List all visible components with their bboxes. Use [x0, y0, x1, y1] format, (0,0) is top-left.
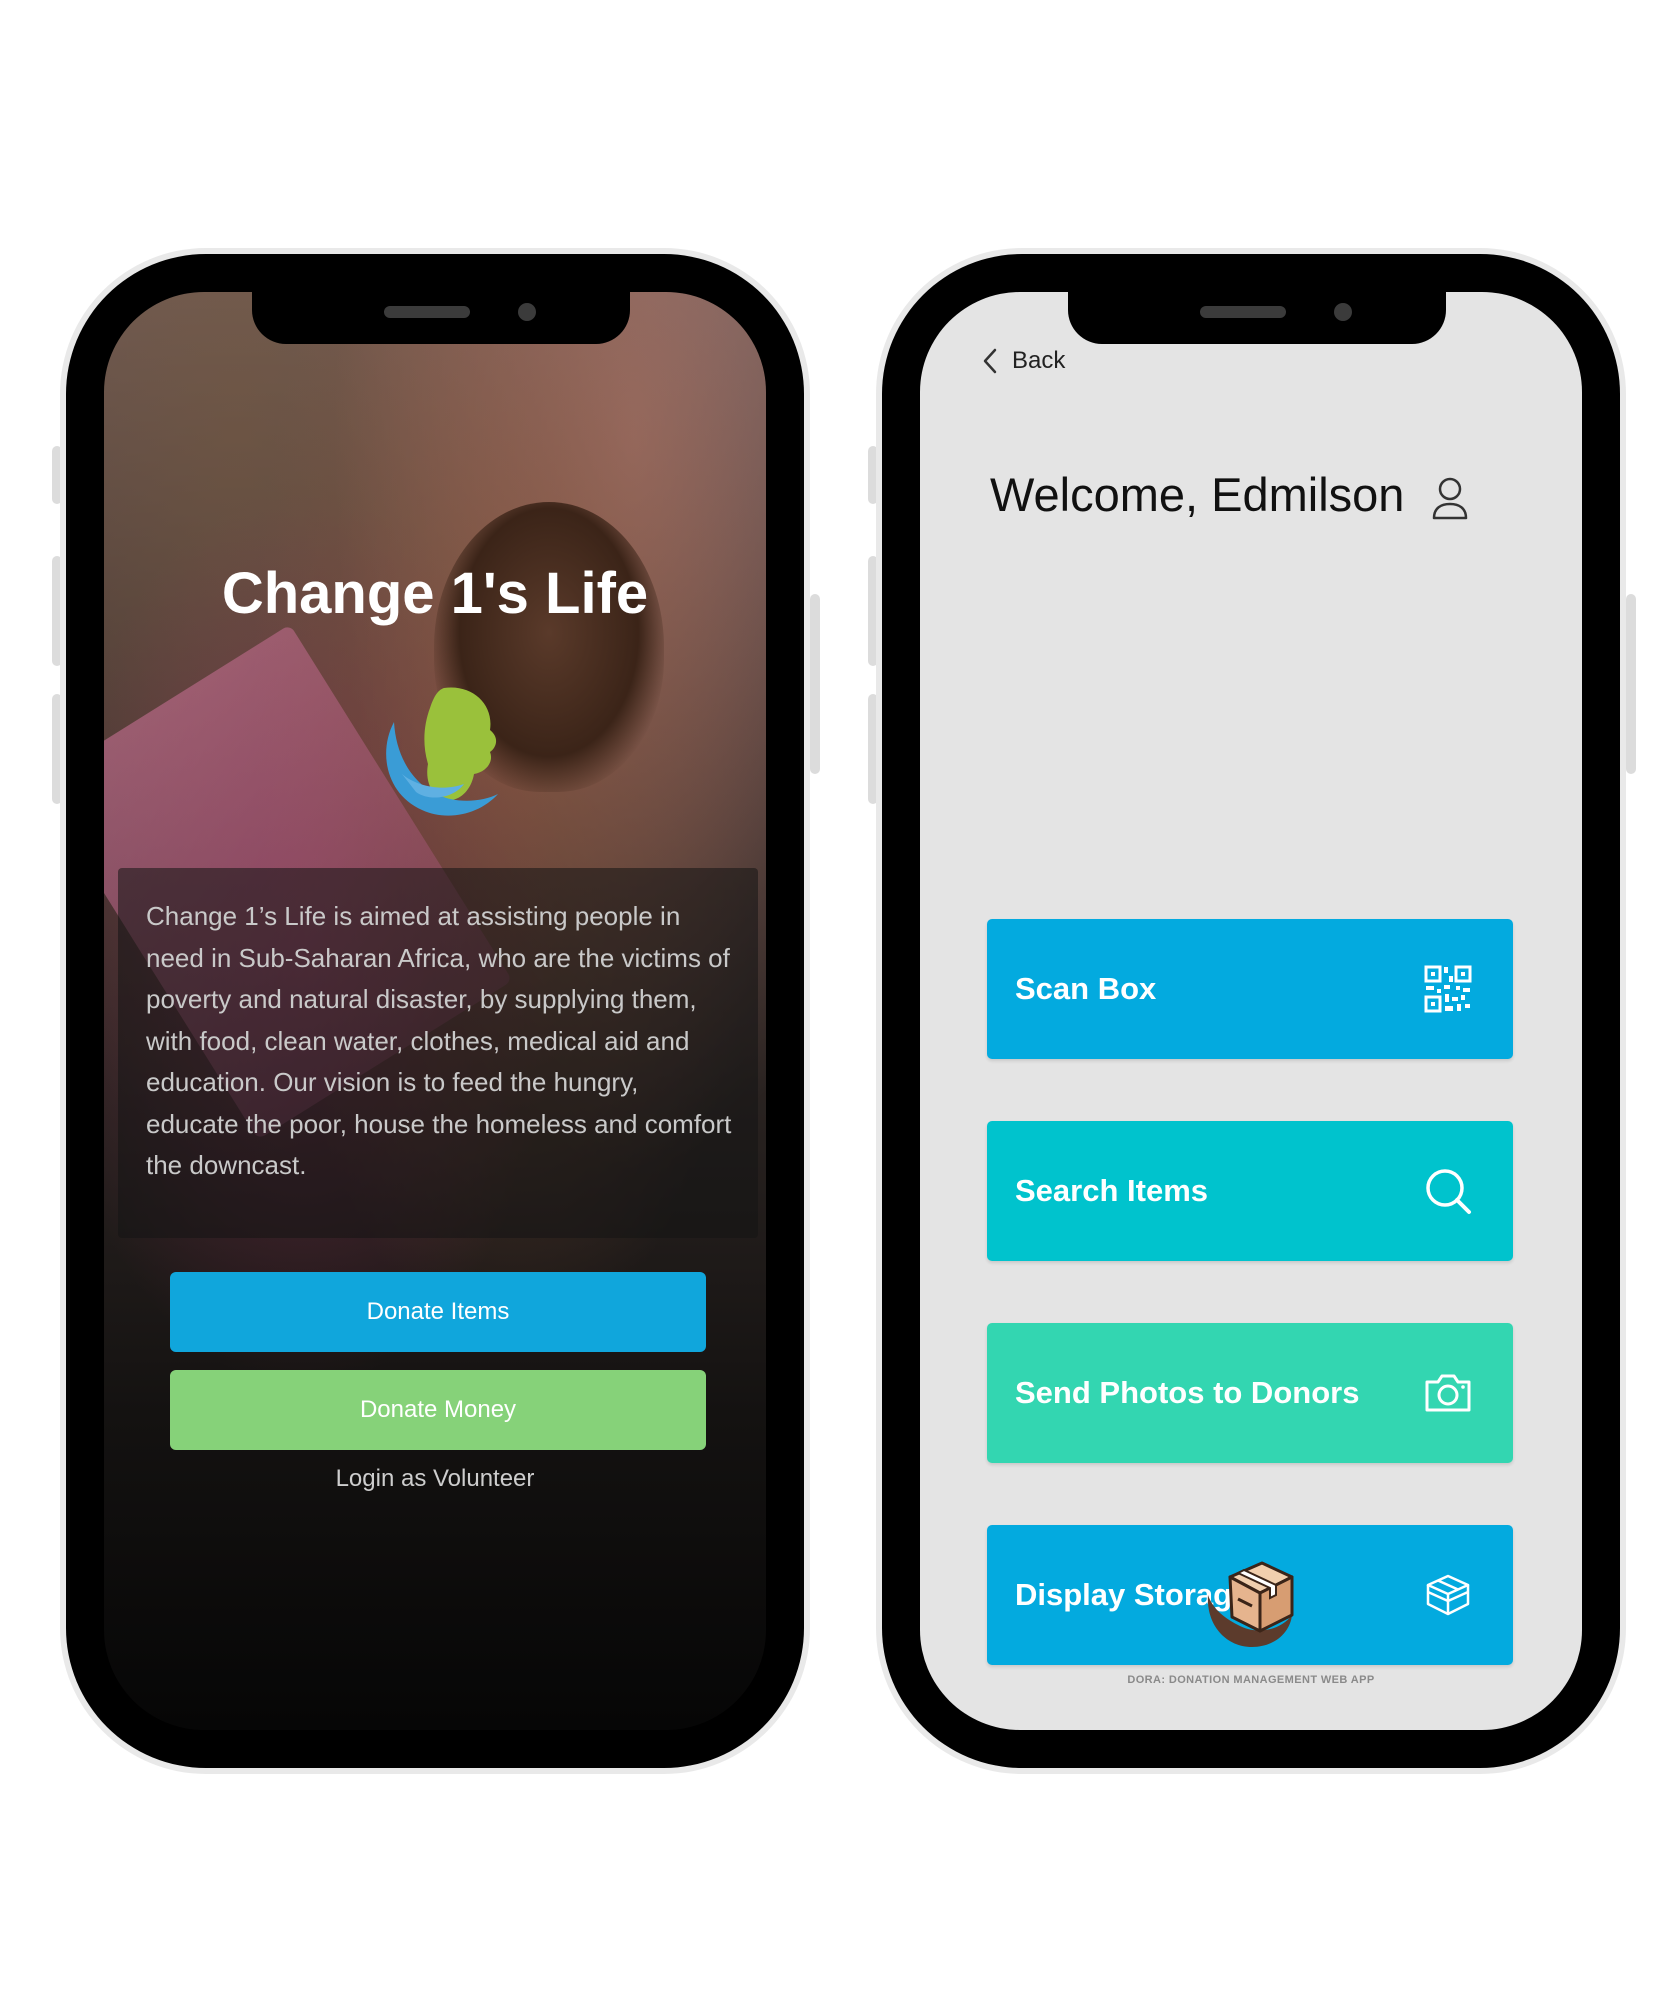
- send-photos-label: Send Photos to Donors: [1015, 1375, 1360, 1410]
- welcome-heading: Welcome, Edmilson: [990, 468, 1405, 521]
- donate-money-button[interactable]: Donate Money: [170, 1370, 706, 1450]
- left-screen: Change 1's Life Change 1’s Life is aimed…: [104, 292, 766, 1730]
- login-volunteer-link[interactable]: Login as Volunteer: [104, 1465, 766, 1493]
- qr-code-icon: [1424, 965, 1472, 1013]
- phone-frame: Change 1's Life Change 1’s Life is aimed…: [66, 254, 804, 1768]
- left-phone: Change 1's Life Change 1’s Life is aimed…: [52, 254, 820, 1770]
- front-camera: [1334, 303, 1352, 321]
- phone-notch: [252, 292, 630, 344]
- camera-icon: [1425, 1374, 1471, 1412]
- phone-side-button: [868, 556, 878, 666]
- phone-side-button: [1626, 594, 1636, 774]
- search-items-button[interactable]: Search Items: [987, 1121, 1513, 1261]
- search-items-label: Search Items: [1015, 1173, 1208, 1208]
- app-title: Change 1's Life: [221, 561, 649, 626]
- description-panel: Change 1’s Life is aimed at assisting pe…: [118, 868, 758, 1238]
- speaker: [1200, 306, 1286, 318]
- description-text: Change 1’s Life is aimed at assisting pe…: [146, 901, 732, 1180]
- phone-side-button: [810, 594, 820, 774]
- back-button[interactable]: Back: [982, 347, 1065, 375]
- front-camera: [518, 303, 536, 321]
- user-profile-icon[interactable]: [1430, 476, 1470, 522]
- footer-caption: DORA: DONATION MANAGEMENT WEB APP: [1127, 1674, 1375, 1686]
- phone-side-button: [868, 694, 878, 804]
- scan-box-label: Scan Box: [1015, 971, 1157, 1006]
- back-label: Back: [1012, 347, 1066, 374]
- dora-logo: [1207, 1561, 1294, 1647]
- donate-items-button[interactable]: Donate Items: [170, 1272, 706, 1352]
- right-screen: Back Welcome, Edmilson Scan Box Search I…: [920, 292, 1582, 1730]
- send-photos-button[interactable]: Send Photos to Donors: [987, 1323, 1513, 1463]
- phone-side-button: [52, 694, 62, 804]
- scan-box-button[interactable]: Scan Box: [987, 919, 1513, 1059]
- search-icon: [1426, 1169, 1471, 1214]
- chevron-left-icon: [983, 348, 997, 374]
- phone-frame: Back Welcome, Edmilson Scan Box Search I…: [882, 254, 1620, 1768]
- storage-box-icon: [1426, 1574, 1470, 1616]
- phone-notch: [1068, 292, 1446, 344]
- speaker: [384, 306, 470, 318]
- phone-side-button: [868, 446, 878, 504]
- phone-side-button: [52, 556, 62, 666]
- right-phone: Back Welcome, Edmilson Scan Box Search I…: [868, 254, 1636, 1770]
- phone-side-button: [52, 446, 62, 504]
- change-life-logo: [386, 687, 498, 816]
